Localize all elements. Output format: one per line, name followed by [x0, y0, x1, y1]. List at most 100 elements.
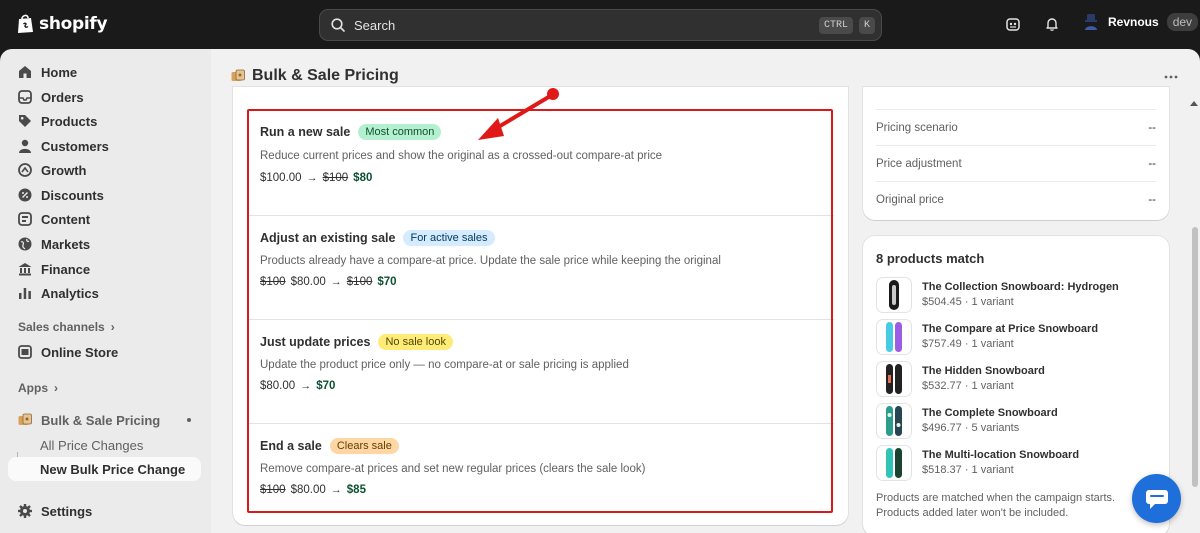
product-meta: $757.49 · 1 variant	[922, 338, 1014, 350]
sidebar-item-label: Analytics	[41, 285, 99, 301]
sidebar-item-customers[interactable]: Customers	[8, 134, 201, 158]
option-description: Reduce current prices and show the origi…	[260, 150, 663, 162]
match-note: Products are matched when the campaign s…	[876, 492, 1116, 519]
tag-icon	[19, 115, 31, 127]
shortcut-key-ctrl: CTRL	[818, 16, 853, 34]
sidebar-item-discounts[interactable]: Discounts	[8, 183, 201, 207]
option-badge: For active sales	[403, 230, 495, 246]
avatar	[1085, 14, 1097, 30]
sidebar-item-settings[interactable]: Settings	[8, 499, 201, 523]
bell-icon[interactable]	[1044, 16, 1060, 32]
option-badge: No sale look	[378, 334, 453, 350]
price-example: $100 $80.00 → $100 $70	[260, 276, 397, 288]
chevron-right-icon: ›	[110, 320, 115, 334]
price-after: $70	[377, 276, 397, 288]
option-header: Run a new sale Most common	[260, 124, 442, 140]
option-description: Remove compare-at prices and set new reg…	[260, 463, 646, 475]
sales-channels-label: Sales channels	[18, 320, 105, 334]
sidebar-item-analytics[interactable]: Analytics	[8, 281, 201, 305]
summary-value: --	[1148, 121, 1156, 134]
option-header: End a sale Clears sale	[260, 438, 399, 454]
sidebar-item-label: Products	[41, 113, 98, 129]
content-icon	[18, 212, 32, 226]
summary-row-price-adjustment: Price adjustment --	[876, 145, 1156, 181]
sidebar-item-orders[interactable]: Orders	[8, 85, 201, 109]
price-after: $85	[346, 484, 366, 496]
orders-icon	[18, 90, 32, 104]
scenario-option-end-sale[interactable]: End a sale Clears sale Remove compare-at…	[247, 423, 834, 513]
option-title: Run a new sale	[260, 125, 351, 139]
shopify-logo[interactable]: shopify	[16, 13, 108, 34]
arrow-right-icon: →	[306, 172, 318, 184]
price-before: $80.00	[260, 380, 296, 392]
option-description: Update the product price only — no compa…	[260, 359, 629, 371]
sidebar-item-label: Settings	[41, 503, 93, 519]
gear-icon	[18, 504, 32, 518]
search-bar[interactable]: Search CTRL K	[319, 9, 882, 41]
apps-heading[interactable]: Apps ›	[18, 381, 58, 395]
product-item[interactable]: The Complete Snowboard $496.77 · 5 varia…	[876, 402, 1156, 440]
sidebar-item-label: Content	[41, 211, 91, 227]
product-item[interactable]: The Hidden Snowboard $532.77 · 1 variant	[876, 360, 1156, 398]
price-after: $80	[353, 172, 373, 184]
option-badge: Clears sale	[329, 438, 399, 454]
option-title: End a sale	[260, 439, 322, 453]
shortcut-key-k: K	[858, 16, 875, 34]
option-header: Adjust an existing sale For active sales	[260, 230, 495, 246]
sidebar-item-products[interactable]: Products	[8, 109, 201, 133]
summary-value: --	[1148, 193, 1156, 206]
arrow-right-icon: →	[330, 484, 342, 496]
sales-channels-heading[interactable]: Sales channels ›	[18, 320, 115, 334]
sidebar-item-bulk-sale-pricing[interactable]: Bulk & Sale Pricing	[8, 408, 201, 432]
price-compare-at-before: $100	[260, 484, 286, 496]
summary-label: Original price	[876, 193, 944, 206]
product-meta: $496.77 · 5 variants	[922, 422, 1020, 434]
top-bar: shopify Search CTRL K Revnous dev	[0, 0, 1200, 49]
price-after: $70	[316, 380, 336, 392]
scenario-option-run-new-sale[interactable]: Run a new sale Most common Reduce curren…	[247, 109, 834, 200]
product-meta: $518.37 · 1 variant	[922, 464, 1014, 476]
sidebar-subitem-new-bulk-price-change[interactable]: New Bulk Price Change	[8, 457, 201, 481]
product-thumbnail	[876, 319, 912, 355]
sidebar-item-markets[interactable]: Markets	[8, 232, 201, 256]
user-menu[interactable]: Revnous dev	[1082, 13, 1199, 31]
store-icon[interactable]	[1005, 16, 1021, 32]
pin-dot-icon	[187, 418, 191, 422]
sidebar-item-label: Bulk & Sale Pricing	[41, 412, 161, 428]
sidebar-item-label: Markets	[41, 236, 91, 252]
sidebar-item-finance[interactable]: Finance	[8, 257, 201, 281]
arrow-right-icon: →	[330, 276, 342, 288]
scenario-option-just-update-prices[interactable]: Just update prices No sale look Update t…	[247, 319, 834, 409]
product-item[interactable]: The Multi-location Snowboard $518.37 · 1…	[876, 444, 1156, 482]
sidebar-item-content[interactable]: Content	[8, 207, 201, 231]
sidebar-item-home[interactable]: Home	[8, 60, 201, 84]
product-name: The Hidden Snowboard	[922, 365, 1045, 377]
option-description: Products already have a compare-at price…	[260, 255, 721, 267]
apps-label: Apps	[18, 381, 48, 395]
matching-products-card: 8 products match The Collection Snowboar…	[863, 236, 1169, 533]
sidebar-item-growth[interactable]: Growth	[8, 158, 201, 182]
more-actions-icon[interactable]	[1164, 75, 1178, 79]
scrollbar-thumb[interactable]	[1192, 227, 1198, 487]
sidebar-item-label: Online Store	[41, 344, 119, 360]
bank-icon	[18, 263, 32, 276]
price-before: $100.00	[260, 172, 302, 184]
store-badge: dev	[1166, 13, 1199, 31]
globe-icon	[18, 237, 32, 251]
summary-label: Price adjustment	[876, 157, 962, 170]
sidebar-item-online-store[interactable]: Online Store	[8, 340, 201, 364]
chat-bubble-icon	[1145, 489, 1168, 509]
chart-icon	[19, 288, 31, 299]
page-title-text: Bulk & Sale Pricing	[252, 67, 399, 84]
summary-label: Pricing scenario	[876, 121, 958, 134]
sidebar-item-label: Finance	[41, 261, 91, 277]
search-placeholder: Search	[354, 17, 396, 33]
scroll-up-arrow-icon[interactable]	[1190, 101, 1198, 106]
product-item[interactable]: The Collection Snowboard: Hydrogen $504.…	[876, 276, 1156, 314]
scenario-option-adjust-existing-sale[interactable]: Adjust an existing sale For active sales…	[247, 215, 834, 305]
chat-button[interactable]	[1132, 474, 1181, 523]
sidebar-subitem-all-price-changes[interactable]: All Price Changes	[8, 433, 201, 457]
product-item[interactable]: The Compare at Price Snowboard $757.49 ·…	[876, 318, 1156, 356]
product-name: The Multi-location Snowboard	[922, 449, 1080, 461]
discount-icon	[18, 188, 32, 202]
